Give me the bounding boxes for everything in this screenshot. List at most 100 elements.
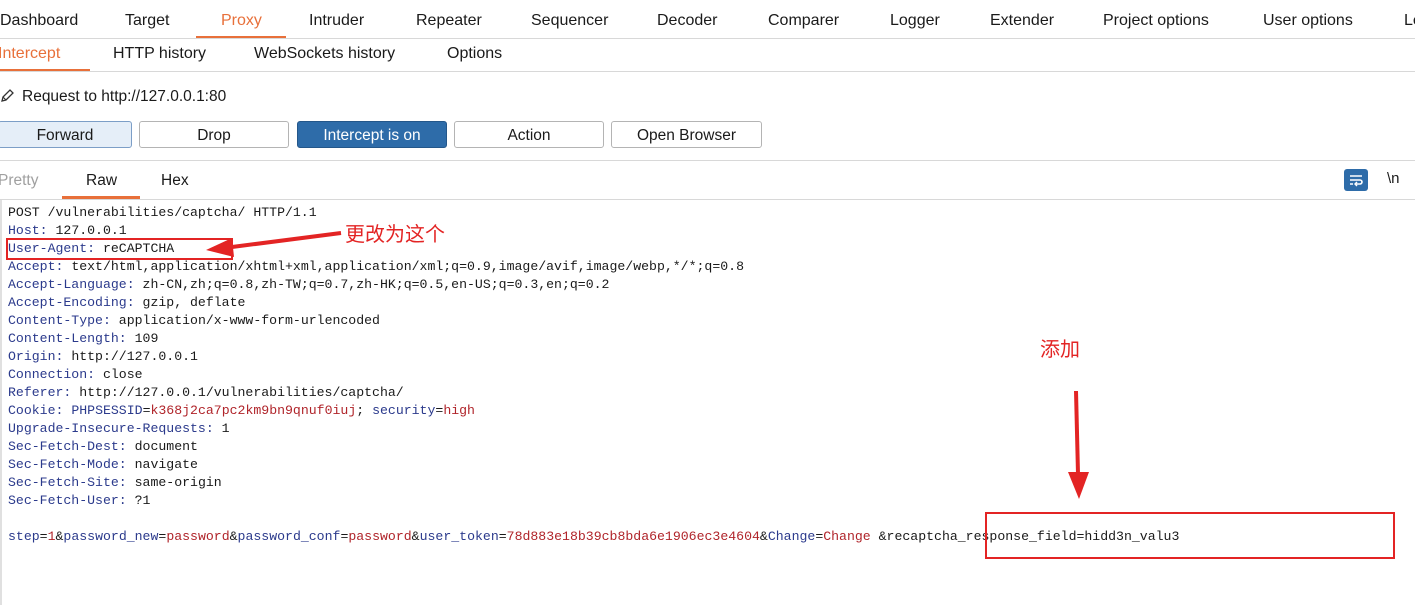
header-name: Sec-Fetch-Mode: — [8, 457, 127, 472]
tab-target[interactable]: Target — [125, 12, 169, 30]
cookie-value: high — [443, 403, 475, 418]
header-value: close — [95, 367, 143, 382]
tab-extender[interactable]: Extender — [990, 12, 1054, 30]
header-line: Origin: http://127.0.0.1 — [8, 348, 1179, 366]
header-line: Accept-Language: zh-CN,zh;q=0.8,zh-TW;q=… — [8, 276, 1179, 294]
main-tab-bar: Dashboard Target Proxy Intruder Repeater… — [0, 0, 1415, 38]
tab-repeater[interactable]: Repeater — [416, 12, 482, 30]
action-button[interactable]: Action — [454, 121, 604, 148]
tab-sequencer[interactable]: Sequencer — [531, 12, 608, 30]
divider — [0, 38, 1415, 39]
divider — [0, 160, 1415, 161]
header-name: Sec-Fetch-Site: — [8, 475, 127, 490]
header-value: gzip, deflate — [134, 295, 246, 310]
param-value: Change — [823, 529, 871, 544]
header-line: Connection: close — [8, 366, 1179, 384]
header-line: Accept: text/html,application/xhtml+xml,… — [8, 258, 1179, 276]
header-name: Host: — [8, 223, 48, 238]
header-line: Sec-Fetch-User: ?1 — [8, 492, 1179, 510]
param-name: user_token — [419, 529, 499, 544]
annotation-box-recaptcha-field — [985, 512, 1395, 559]
param-name: password_new — [63, 529, 159, 544]
header-value: zh-CN,zh;q=0.8,zh-TW;q=0.7,zh-HK;q=0.5,e… — [134, 277, 610, 292]
equals: = — [39, 529, 48, 544]
header-name: Cookie: — [8, 403, 64, 418]
request-line: POST /vulnerabilities/captcha/ HTTP/1.1 — [8, 204, 1179, 222]
header-line: Referer: http://127.0.0.1/vulnerabilitie… — [8, 384, 1179, 402]
equals: = — [498, 529, 507, 544]
pretty-print-icon[interactable] — [1344, 169, 1368, 191]
header-name: Origin: — [8, 349, 64, 364]
header-name: Accept: — [8, 259, 64, 274]
header-value: http://127.0.0.1/vulnerabilities/captcha… — [71, 385, 404, 400]
header-value: 109 — [126, 331, 159, 346]
newline-toggle[interactable]: \n — [1387, 170, 1400, 187]
subtab-options[interactable]: Options — [447, 45, 502, 63]
header-name: Connection: — [8, 367, 96, 382]
header-name: Content-Length: — [8, 331, 127, 346]
annotation-box-user-agent — [6, 238, 233, 260]
header-line: Sec-Fetch-Dest: document — [8, 438, 1179, 456]
view-tab-raw[interactable]: Raw — [86, 172, 117, 190]
param-value: 78d883e18b39cb8bda6e1906ec3e4604 — [506, 529, 760, 544]
header-name: Accept-Language: — [8, 277, 135, 292]
header-line: Cookie: PHPSESSID=k368j2ca7pc2km9bn9qnuf… — [8, 402, 1179, 420]
header-value: 1 — [213, 421, 230, 436]
header-line: Sec-Fetch-Mode: navigate — [8, 456, 1179, 474]
subtab-websockets-history[interactable]: WebSockets history — [254, 45, 395, 63]
param-value: 1 — [47, 529, 56, 544]
tab-proxy[interactable]: Proxy — [221, 12, 262, 30]
pencil-icon — [1, 89, 14, 102]
param-name: step — [8, 529, 40, 544]
annotation-add-note: 添加 — [1040, 337, 1080, 361]
tab-comparer[interactable]: Comparer — [768, 12, 839, 30]
tab-project-options[interactable]: Project options — [1103, 12, 1209, 30]
param-name: Change — [767, 529, 816, 544]
divider — [0, 71, 1415, 72]
cookie-name: PHPSESSID — [71, 403, 143, 418]
separator: & — [759, 529, 768, 544]
intercept-toggle-button[interactable]: Intercept is on — [297, 121, 447, 148]
header-value: text/html,application/xhtml+xml,applicat… — [63, 259, 744, 274]
header-name: Referer: — [8, 385, 72, 400]
header-value: document — [126, 439, 198, 454]
header-line: Upgrade-Insecure-Requests: 1 — [8, 420, 1179, 438]
header-value: 127.0.0.1 — [47, 223, 127, 238]
param-name: password_conf — [237, 529, 341, 544]
subtab-http-history[interactable]: HTTP history — [113, 45, 206, 63]
header-value: same-origin — [126, 475, 222, 490]
separator: ; — [356, 403, 373, 418]
header-value: application/x-www-form-urlencoded — [110, 313, 380, 328]
request-target-label: Request to http://127.0.0.1:80 — [22, 88, 227, 105]
view-tab-pretty[interactable]: Pretty — [0, 172, 38, 190]
annotation-change-note: 更改为这个 — [345, 222, 445, 246]
tab-dashboard[interactable]: Dashboard — [0, 12, 78, 30]
param-value: password — [166, 529, 230, 544]
view-tab-hex[interactable]: Hex — [161, 172, 189, 190]
header-name: Content-Type: — [8, 313, 111, 328]
header-line: Content-Type: application/x-www-form-url… — [8, 312, 1179, 330]
header-name: Sec-Fetch-Dest: — [8, 439, 127, 454]
subtab-intercept[interactable]: Intercept — [0, 45, 60, 63]
header-name: Upgrade-Insecure-Requests: — [8, 421, 214, 436]
tab-logger[interactable]: Logger — [890, 12, 940, 30]
header-value: http://127.0.0.1 — [63, 349, 198, 364]
drop-button[interactable]: Drop — [139, 121, 289, 148]
forward-button[interactable]: Forward — [0, 121, 132, 148]
separator: & — [411, 529, 420, 544]
header-name: Sec-Fetch-User: — [8, 493, 127, 508]
header-line: Content-Length: 109 — [8, 330, 1179, 348]
open-browser-button[interactable]: Open Browser — [611, 121, 762, 148]
request-target-bar: Request to http://127.0.0.1:80 — [0, 88, 226, 106]
tab-user-options[interactable]: User options — [1263, 12, 1353, 30]
header-line: Sec-Fetch-Site: same-origin — [8, 474, 1179, 492]
header-line: Accept-Encoding: gzip, deflate — [8, 294, 1179, 312]
tab-decoder[interactable]: Decoder — [657, 12, 717, 30]
header-name: Accept-Encoding: — [8, 295, 135, 310]
tab-intruder[interactable]: Intruder — [309, 12, 364, 30]
cookie-value: k368j2ca7pc2km9bn9qnuf0iuj — [150, 403, 357, 418]
separator: & — [229, 529, 238, 544]
tab-logger-2[interactable]: Le — [1404, 12, 1415, 30]
cookie-name: security — [372, 403, 436, 418]
header-value: navigate — [126, 457, 198, 472]
